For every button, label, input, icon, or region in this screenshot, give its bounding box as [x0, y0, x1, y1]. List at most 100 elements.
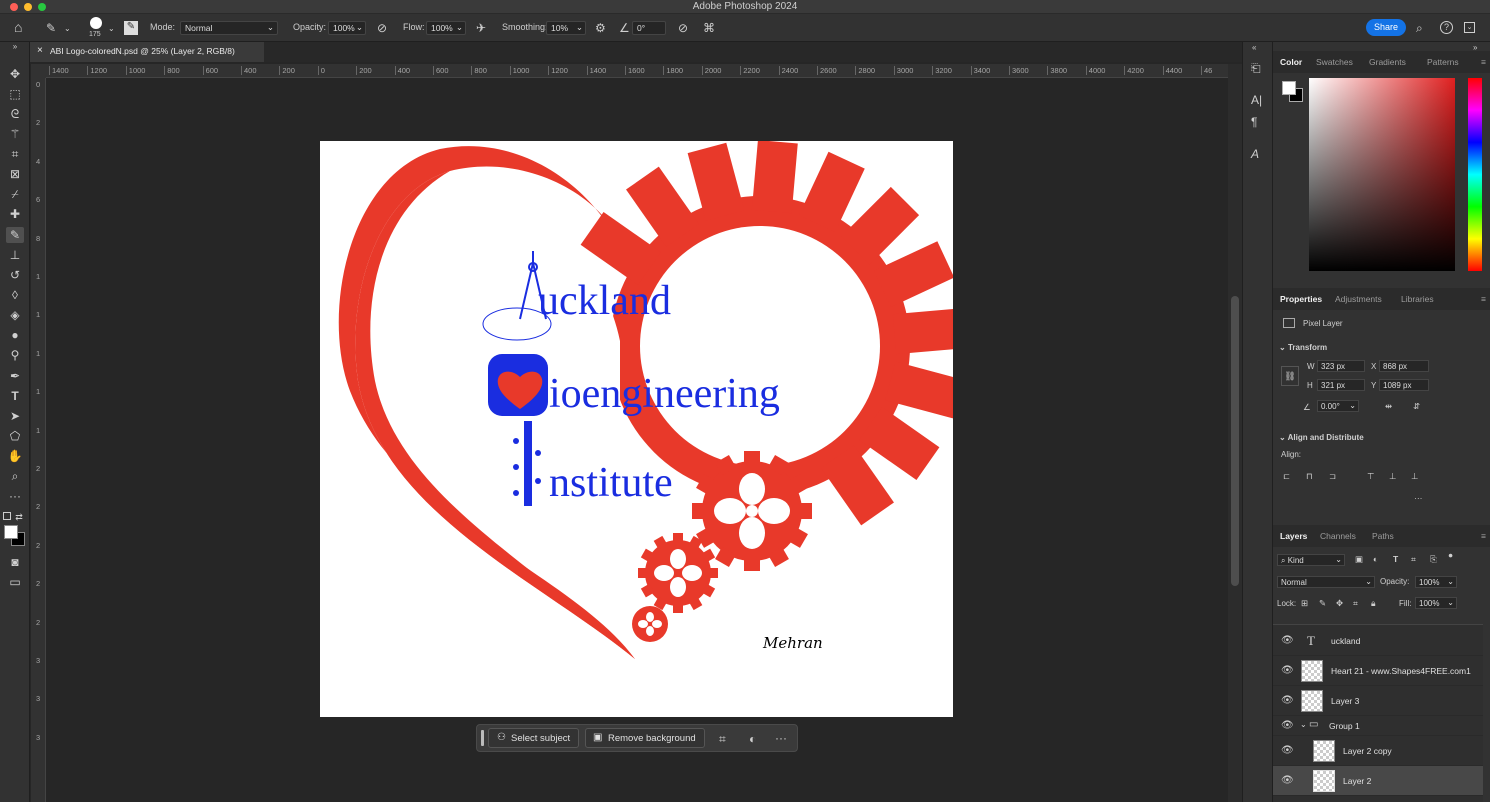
color-field[interactable]	[1309, 78, 1455, 271]
workspace-icon[interactable]: ⌄	[1464, 22, 1475, 33]
brush-tool-icon[interactable]: ✎	[6, 227, 24, 243]
more-tools-icon[interactable]: ···	[6, 488, 24, 504]
pen-tool-icon[interactable]: ✒	[6, 368, 24, 384]
width-input[interactable]: 323 px	[1317, 360, 1365, 372]
height-input[interactable]: 321 px	[1317, 379, 1365, 391]
quick-mask-icon[interactable]: ◙	[6, 554, 24, 570]
home-icon[interactable]: ⌂	[14, 20, 22, 34]
path-selection-tool-icon[interactable]: ➤	[6, 408, 24, 424]
eye-icon[interactable]: 👁︎	[1281, 695, 1294, 706]
select-subject-button[interactable]: ⚇ Select subject	[488, 728, 580, 748]
angle-input[interactable]: 0°	[632, 21, 666, 35]
brush-size-preview[interactable]	[90, 17, 102, 29]
chevron-down-icon[interactable]: ⌄	[108, 23, 115, 35]
magic-wand-tool-icon[interactable]: ⚚	[6, 126, 24, 142]
eyedropper-tool-icon[interactable]: ⌿	[6, 186, 24, 202]
scroll-thumb[interactable]	[1231, 296, 1239, 586]
mode-select[interactable]: Normal ⌄	[180, 21, 278, 35]
screen-mode-icon[interactable]: ▭	[6, 574, 24, 590]
panel-menu-icon[interactable]: ≡	[1481, 531, 1486, 541]
tab-paths[interactable]: Paths	[1372, 531, 1394, 541]
align-middle-icon[interactable]: ⊥	[1389, 471, 1396, 482]
airbrush-icon[interactable]: ✈	[476, 22, 486, 34]
brush-preset-icon[interactable]: ✎	[46, 22, 56, 34]
brush-settings-icon[interactable]: ✎	[124, 21, 138, 35]
align-center-h-icon[interactable]: ⊓	[1306, 471, 1313, 482]
tab-adjustments[interactable]: Adjustments	[1335, 294, 1382, 304]
search-icon[interactable]: ⌕	[1416, 22, 1423, 34]
lock-transparent-icon[interactable]: ⊞	[1301, 598, 1308, 609]
filter-smart-object-icon[interactable]: ⎘	[1430, 554, 1437, 565]
stamp-tool-icon[interactable]: ⊥	[6, 247, 24, 263]
symmetry-icon[interactable]: ⌘	[703, 22, 715, 34]
remove-background-button[interactable]: ▣ Remove background	[585, 728, 705, 748]
character-panel-icon[interactable]: A|	[1251, 94, 1262, 106]
tab-color[interactable]: Color	[1280, 57, 1302, 67]
more-options-icon[interactable]: ···	[775, 732, 787, 744]
more-align-options-icon[interactable]: ···	[1414, 493, 1423, 503]
type-tool-icon[interactable]: T	[6, 388, 24, 404]
filter-toggle-icon[interactable]: ●	[1448, 550, 1453, 560]
opacity-input[interactable]: 100% ⌄	[328, 21, 366, 35]
hand-tool-icon[interactable]: ✋	[6, 448, 24, 464]
eye-icon[interactable]: 👁︎	[1281, 775, 1294, 786]
layer-row-layer-3[interactable]: 👁︎ Layer 3	[1273, 686, 1483, 716]
flip-horizontal-icon[interactable]: ⇹	[1385, 401, 1392, 412]
filter-adjustment-icon[interactable]: ◐	[1373, 554, 1378, 564]
align-right-icon[interactable]: ⊐	[1329, 471, 1336, 482]
layer-row-group-1[interactable]: 👁︎ ⌄ ▭ Group 1	[1273, 716, 1483, 736]
marquee-tool-icon[interactable]: ⬚	[6, 86, 24, 102]
vertical-scrollbar[interactable]	[1228, 64, 1242, 802]
align-bottom-icon[interactable]: ⊥	[1411, 471, 1418, 482]
paragraph-panel-icon[interactable]: ¶	[1251, 116, 1257, 128]
lock-artboard-icon[interactable]: ⌗	[1353, 598, 1358, 609]
lock-all-icon[interactable]: 🔒︎	[1371, 598, 1376, 609]
align-top-icon[interactable]: ⊤	[1367, 471, 1374, 482]
filter-pixel-icon[interactable]: ▣	[1355, 554, 1363, 565]
transform-icon[interactable]: ⌗	[719, 733, 726, 745]
eye-icon[interactable]: 👁︎	[1281, 720, 1294, 731]
swap-colors-icon[interactable]: ⇄	[14, 509, 24, 525]
history-panel-icon[interactable]: ⎗	[1251, 62, 1261, 74]
gear-icon[interactable]: ⚙	[595, 22, 606, 34]
crop-tool-icon[interactable]: ⌗	[6, 146, 24, 162]
help-icon[interactable]: ?	[1440, 21, 1453, 34]
healing-brush-tool-icon[interactable]: ✚	[6, 206, 24, 222]
fill-input[interactable]: 100% ⌄	[1415, 597, 1457, 609]
share-button[interactable]: Share	[1366, 19, 1406, 36]
panel-menu-icon[interactable]: ≡	[1481, 57, 1486, 67]
eraser-tool-icon[interactable]: ◊	[6, 287, 24, 303]
filter-shape-icon[interactable]: ⌗	[1411, 554, 1416, 565]
tab-gradients[interactable]: Gradients	[1369, 57, 1406, 67]
smoothing-input[interactable]: 10% ⌄	[546, 21, 586, 35]
close-tab-icon[interactable]: ×	[37, 45, 43, 56]
flip-vertical-icon[interactable]: ⇵	[1413, 401, 1420, 412]
tab-patterns[interactable]: Patterns	[1427, 57, 1459, 67]
adjustment-icon[interactable]: ◐	[749, 733, 756, 745]
align-section-title[interactable]: ⌄ Align and Distribute	[1279, 433, 1364, 442]
lock-image-icon[interactable]: ✎	[1319, 598, 1326, 609]
chevron-down-icon[interactable]: ⌄	[64, 23, 71, 35]
link-dimensions-button[interactable]: ⛓	[1281, 366, 1299, 386]
default-colors-icon[interactable]	[3, 512, 11, 520]
zoom-tool-icon[interactable]: ⌕	[6, 468, 24, 484]
drag-handle[interactable]	[481, 730, 484, 746]
align-left-icon[interactable]: ⊏	[1283, 471, 1290, 482]
layer-opacity-input[interactable]: 100% ⌄	[1415, 576, 1457, 588]
blur-tool-icon[interactable]: ●	[6, 327, 24, 343]
vertical-ruler[interactable]: 0 2 4 6 8 1 1 1 1 1 2 2 2 2 2 3 3 3	[31, 78, 46, 802]
move-tool-icon[interactable]: ✥	[6, 66, 24, 82]
history-brush-tool-icon[interactable]: ↺	[6, 267, 24, 283]
document-tab[interactable]: × ABI Logo-coloredN.psd @ 25% (Layer 2, …	[30, 42, 264, 62]
pressure-opacity-icon[interactable]: ⊘	[377, 22, 387, 34]
glyphs-panel-icon[interactable]: A	[1251, 148, 1259, 160]
collapse-icon[interactable]: »	[6, 42, 24, 52]
frame-tool-icon[interactable]: ⊠	[6, 166, 24, 182]
layer-row-layer-2[interactable]: 👁︎ Layer 2	[1273, 766, 1483, 796]
panel-menu-icon[interactable]: ≡	[1481, 294, 1486, 304]
foreground-color-swatch[interactable]	[4, 525, 18, 539]
layer-row-layer-2-copy[interactable]: 👁︎ Layer 2 copy	[1273, 736, 1483, 766]
lock-position-icon[interactable]: ✥	[1336, 598, 1343, 609]
horizontal-ruler[interactable]: 1400 1200 1000 800 600 400 200 0 200 400 600 800 100…	[46, 64, 1228, 78]
tab-swatches[interactable]: Swatches	[1316, 57, 1353, 67]
